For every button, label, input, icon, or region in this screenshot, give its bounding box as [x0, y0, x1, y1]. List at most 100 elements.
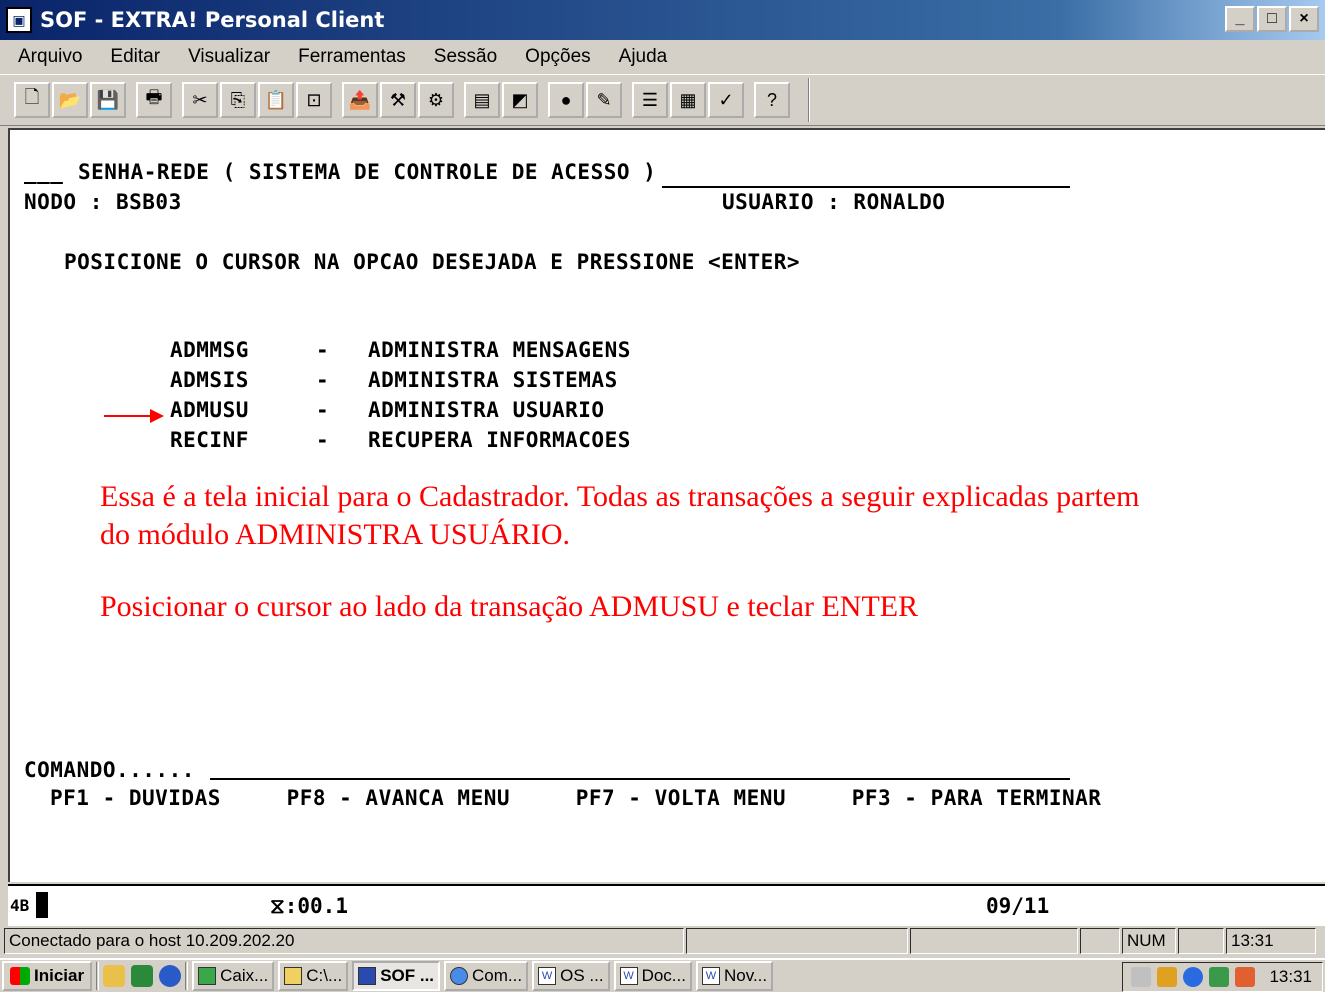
java-icon[interactable]	[1235, 967, 1256, 987]
task-button[interactable]: Com...	[444, 961, 529, 991]
nodo-label: NODO : BSB03	[24, 190, 182, 214]
screen-header: SENHA-REDE ( SISTEMA DE CONTROLE DE ACES…	[78, 160, 657, 184]
desktop-icon[interactable]	[103, 965, 126, 987]
quick-pad-icon[interactable]: ⊡	[296, 82, 332, 118]
comando-label: COMANDO......	[24, 758, 195, 782]
task-label: Doc...	[641, 966, 686, 985]
clear-icon[interactable]: ✎	[586, 82, 622, 118]
menu-ferramentas[interactable]: Ferramentas	[280, 46, 416, 68]
option-separator: -	[316, 338, 330, 362]
task-button[interactable]: W Nov...	[695, 961, 774, 991]
status-bar: Conectado para o host 10.209.202.20 NUM …	[0, 926, 1325, 956]
instruction-text: POSICIONE O CURSOR NA OPCAO DESEJADA E P…	[64, 250, 801, 274]
record-icon[interactable]: ●	[548, 82, 584, 118]
menu-visualizar[interactable]: Visualizar	[170, 46, 280, 68]
paste-icon[interactable]: 📋	[258, 82, 294, 118]
annotation-line-1: Essa é a tela inicial para o Cadastrador…	[100, 480, 1140, 513]
usuario-label: USUARIO : RONALDO	[722, 190, 946, 214]
minimize-button[interactable]: _	[1225, 6, 1255, 32]
task-button[interactable]: C:\...	[278, 961, 349, 991]
copy-icon[interactable]: ⎘	[220, 82, 256, 118]
option-separator: -	[316, 368, 330, 392]
task-label: C:\...	[306, 966, 343, 985]
taskbar: Iniciar Caix... C:\... SOF ... Com... W …	[0, 958, 1325, 992]
option-code[interactable]: ADMUSU	[170, 398, 249, 422]
header-underline	[662, 186, 1070, 188]
session-indicator: 4B	[10, 896, 30, 915]
task-label: Com...	[472, 966, 523, 985]
settings-a-icon[interactable]: ☰	[632, 82, 668, 118]
quick-launch	[103, 965, 182, 987]
cursor-position: 09/11	[986, 894, 1050, 918]
display-icon[interactable]	[1209, 967, 1230, 987]
terminal-status-line: 4B ⧖:00.1 09/11	[8, 884, 1325, 926]
option-description: RECUPERA INFORMACOES	[368, 428, 631, 452]
menu-arquivo[interactable]: Arquivo	[0, 46, 92, 68]
option-description: ADMINISTRA USUARIO	[368, 398, 605, 422]
word-icon: W	[538, 967, 557, 985]
option-separator: -	[316, 428, 330, 452]
timer-readout: ⧖:00.1	[270, 894, 348, 918]
save-icon[interactable]: 💾	[90, 82, 126, 118]
menu-ajuda[interactable]: Ajuda	[601, 46, 678, 68]
ie-icon	[450, 967, 469, 985]
task-button[interactable]: W Doc...	[613, 961, 692, 991]
annotation-line-3: Posicionar o cursor ao lado da transação…	[100, 590, 919, 623]
settings-b-icon[interactable]: ▦	[670, 82, 706, 118]
task-button[interactable]: W OS ...	[532, 961, 610, 991]
cut-icon[interactable]: ✂	[182, 82, 218, 118]
windows-logo-icon	[10, 967, 30, 985]
start-label: Iniciar	[34, 966, 85, 985]
hotspot-icon[interactable]: ◩	[502, 82, 538, 118]
annotation-line-2: do módulo ADMINISTRA USUÁRIO.	[100, 518, 571, 551]
option-description: ADMINISTRA MENSAGENS	[368, 338, 631, 362]
edit-scheme-icon[interactable]: ▤	[464, 82, 500, 118]
maximize-button[interactable]: □	[1257, 6, 1287, 32]
task-button[interactable]: Caix...	[192, 961, 275, 991]
new-icon[interactable]: 🗋	[14, 82, 50, 118]
open-icon[interactable]: 📂	[52, 82, 88, 118]
toolbar-divider	[808, 78, 810, 122]
window-controls: _ □ ×	[1225, 6, 1319, 32]
macro-icon[interactable]: ⚙	[418, 82, 454, 118]
window-title: SOF - EXTRA! Personal Client	[40, 8, 385, 32]
taskbar-separator	[96, 962, 100, 990]
start-button[interactable]: Iniciar	[2, 961, 93, 991]
status-cell-empty-1	[686, 928, 908, 954]
print-icon[interactable]: 🖶	[136, 82, 172, 118]
settings-c-icon[interactable]: ✓	[708, 82, 744, 118]
status-time: 13:31	[1226, 928, 1316, 954]
help-icon[interactable]: ?	[754, 82, 790, 118]
task-label: Caix...	[220, 966, 269, 985]
folder-icon	[284, 967, 303, 985]
num-lock-indicator: NUM	[1122, 928, 1176, 954]
task-label: SOF ...	[380, 966, 435, 985]
menu-sessao[interactable]: Sessão	[416, 46, 507, 68]
app-icon[interactable]: ▣	[6, 7, 32, 33]
option-code[interactable]: ADMSIS	[170, 368, 249, 392]
ie-quick-icon[interactable]	[159, 965, 182, 987]
network-icon[interactable]	[1157, 967, 1178, 987]
menu-opcoes[interactable]: Opções	[507, 46, 600, 68]
option-code[interactable]: RECINF	[170, 428, 249, 452]
option-description: ADMINISTRA SISTEMAS	[368, 368, 618, 392]
menu-editar[interactable]: Editar	[92, 46, 170, 68]
word-icon: W	[701, 967, 720, 985]
antivirus-icon[interactable]	[1183, 967, 1204, 987]
terminal-screen[interactable]: ___ SENHA-REDE ( SISTEMA DE CONTROLE DE …	[8, 128, 1325, 882]
comando-input[interactable]	[210, 778, 1070, 780]
taskbar-separator	[185, 962, 189, 990]
status-cell-empty-3	[1080, 928, 1120, 954]
tools-icon[interactable]: ⚒	[380, 82, 416, 118]
option-code[interactable]: ADMMSG	[170, 338, 249, 362]
task-label: Nov...	[723, 966, 768, 985]
task-button-active[interactable]: SOF ...	[352, 961, 441, 991]
send-file-icon[interactable]: 📤	[342, 82, 378, 118]
close-button[interactable]: ×	[1289, 6, 1319, 32]
connection-status: Conectado para o host 10.209.202.20	[4, 928, 684, 954]
cursor-block	[36, 892, 48, 918]
header-prefix: ___	[24, 160, 64, 184]
volume-icon[interactable]	[1131, 967, 1152, 987]
outlook-quick-icon[interactable]	[131, 965, 154, 987]
task-label: OS ...	[560, 966, 604, 985]
